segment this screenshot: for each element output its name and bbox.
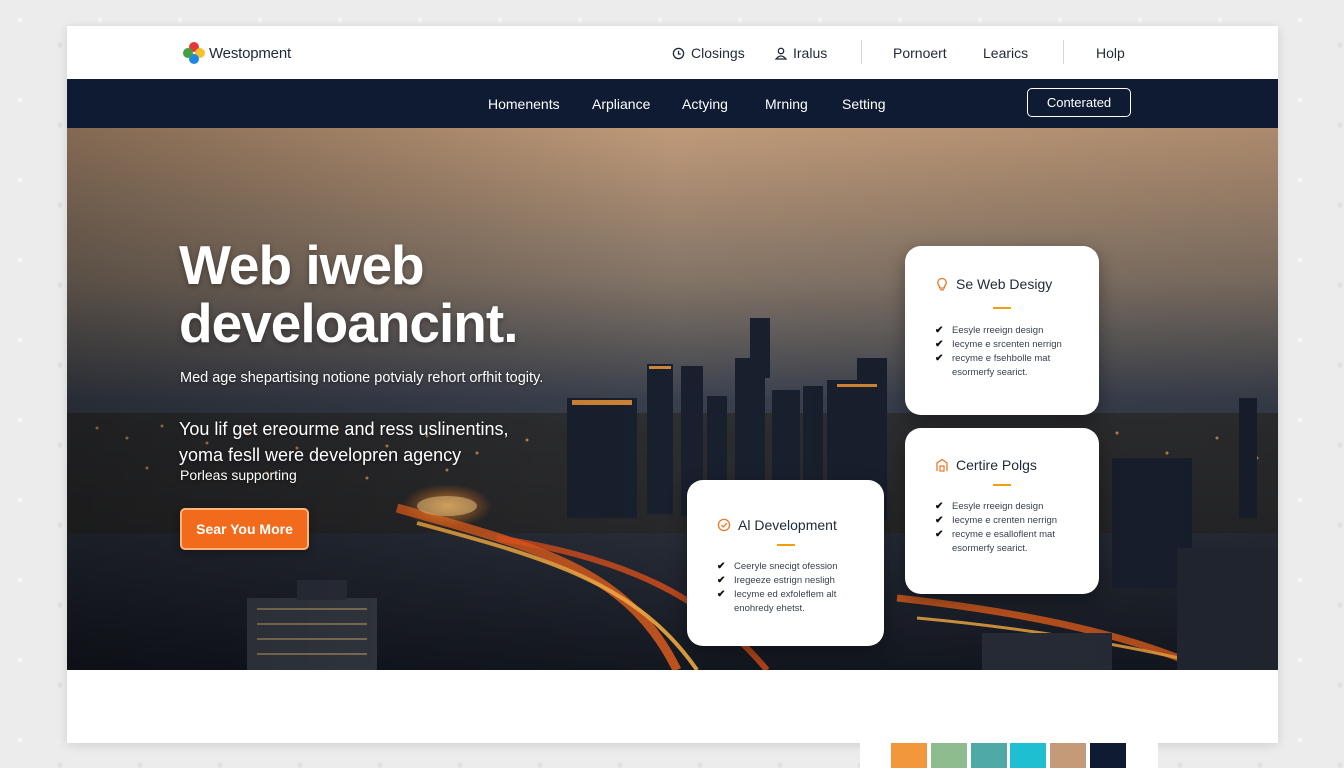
list-item: ✔ recyme e fsehbolle mat bbox=[935, 352, 1062, 366]
util-link-iralus[interactable]: Iralus bbox=[775, 45, 827, 61]
brand-logo[interactable]: Westopment bbox=[183, 42, 291, 64]
list-item: ✔esormerfy searict. bbox=[935, 366, 1062, 380]
util-label: Holp bbox=[1096, 45, 1125, 61]
list-item-text: Iregeeze estrign nesligh bbox=[734, 575, 835, 586]
util-link-learics[interactable]: Learics bbox=[983, 45, 1028, 61]
color-swatch bbox=[1010, 743, 1046, 768]
list-item-text: esormerfy searict. bbox=[952, 543, 1028, 554]
hero-title-line: develoancint. bbox=[179, 292, 518, 354]
hero-title-line: Web iweb bbox=[179, 234, 425, 296]
list-item: ✔ Iregeeze estrign nesligh bbox=[717, 574, 838, 588]
hero-body-text: You lif get ereourme and ress uslinentin… bbox=[179, 416, 509, 468]
card-title: Al Development bbox=[738, 517, 837, 533]
list-item: ✔enohredy ehetst. bbox=[717, 602, 838, 616]
list-item-text: Eesyle rreeign design bbox=[952, 325, 1044, 336]
nav-item-arpliance[interactable]: Arpliance bbox=[592, 96, 650, 112]
divider bbox=[861, 40, 862, 64]
util-link-pornoert[interactable]: Pornoert bbox=[893, 45, 947, 61]
list-item-text: Iecyme ed exfoleflem alt bbox=[734, 589, 837, 600]
card-title: Certire Polgs bbox=[956, 457, 1037, 473]
hero-subtitle: Med age shepartising notione potvialy re… bbox=[180, 370, 544, 386]
service-card-certire-polgs[interactable]: Certire Polgs ✔ Eesyle rreeign design ✔ Ie… bbox=[905, 428, 1099, 594]
util-label: Pornoert bbox=[893, 45, 947, 61]
divider bbox=[1063, 40, 1064, 64]
checkmark-icon: ✔ bbox=[717, 589, 726, 600]
list-item-text: esormerfy searict. bbox=[952, 367, 1028, 378]
util-label: Learics bbox=[983, 45, 1029, 61]
card-header: Certire Polgs bbox=[935, 457, 1037, 473]
checkmark-icon: ✔ bbox=[935, 501, 944, 512]
color-swatch bbox=[931, 743, 967, 768]
checkmark-icon: ✔ bbox=[935, 353, 944, 364]
nav-item-actying[interactable]: Actying bbox=[682, 96, 728, 112]
clock-icon bbox=[672, 47, 685, 59]
brand-name: Westopment bbox=[209, 44, 291, 62]
nav-item-setting[interactable]: Setting bbox=[842, 96, 886, 112]
list-item-text: enohredy ehetst. bbox=[734, 603, 805, 614]
list-item: ✔ Eesyle rreeign design bbox=[935, 324, 1062, 338]
service-card-ai-development[interactable]: Al Development ✔ Ceeryle snecigt ofession… bbox=[687, 480, 884, 646]
webpage-frame: Westopment Closings Iralus Pornoert Lear… bbox=[67, 26, 1278, 743]
card-title: Se Web Desigy bbox=[956, 276, 1053, 292]
list-item: ✔ recyme e esalloflent mat bbox=[935, 528, 1057, 542]
list-item-text: Iecyme e srcenten nerrign bbox=[952, 339, 1062, 350]
util-label: Closings bbox=[691, 45, 745, 61]
hero-cta-button[interactable]: Sear You More bbox=[180, 508, 309, 550]
util-link-holp[interactable]: Holp bbox=[1096, 45, 1125, 61]
top-utility-bar: Westopment Closings Iralus Pornoert Lear… bbox=[67, 26, 1278, 79]
checkmark-icon: ✔ bbox=[935, 515, 944, 526]
card-header: Al Development bbox=[717, 517, 837, 533]
card-divider bbox=[993, 307, 1011, 309]
card-divider bbox=[993, 484, 1011, 486]
checkmark-icon: ✔ bbox=[935, 339, 944, 350]
building-icon bbox=[936, 458, 948, 472]
check-badge-icon bbox=[717, 518, 731, 532]
card-feature-list: ✔ Eesyle rreeign design ✔ Iecyme e srcente… bbox=[935, 324, 1062, 380]
list-item: ✔ Iecyme ed exfoleflem alt bbox=[717, 588, 838, 602]
nav-cta-button[interactable]: Conterated bbox=[1027, 88, 1131, 117]
list-item-text: Ceeryle snecigt ofession bbox=[734, 561, 838, 572]
hero-small-text: Porleas supporting bbox=[180, 467, 297, 483]
checkmark-icon: ✔ bbox=[935, 529, 944, 540]
hero-body-line: You lif get ereourme and ress uslinentin… bbox=[179, 419, 509, 439]
card-header: Se Web Desigy bbox=[935, 276, 1052, 292]
list-item-text: Eesyle rreeign design bbox=[952, 501, 1044, 512]
hero-section: Web iweb develoancint. Med age shepartis… bbox=[67, 128, 1278, 670]
nav-item-mrning[interactable]: Mrning bbox=[765, 96, 808, 112]
service-card-web-design[interactable]: Se Web Desigy ✔ Eesyle rreeign design ✔ Ie… bbox=[905, 246, 1099, 415]
color-swatch bbox=[971, 743, 1007, 768]
util-link-closings[interactable]: Closings bbox=[672, 45, 745, 61]
checkmark-icon: ✔ bbox=[717, 561, 726, 572]
list-item: ✔ Ceeryle snecigt ofession bbox=[717, 560, 838, 574]
list-item-text: recyme e esalloflent mat bbox=[952, 529, 1055, 540]
card-divider bbox=[777, 544, 795, 546]
card-feature-list: ✔ Ceeryle snecigt ofession ✔ Iregeeze estr… bbox=[717, 560, 838, 616]
util-label: Iralus bbox=[793, 45, 828, 61]
list-item: ✔esormerfy searict. bbox=[935, 542, 1057, 556]
list-item: ✔ Iecyme e crenten nerrign bbox=[935, 514, 1057, 528]
lightbulb-icon bbox=[937, 277, 947, 291]
color-swatch bbox=[1090, 743, 1126, 768]
checkmark-icon: ✔ bbox=[935, 325, 944, 336]
checkmark-icon: ✔ bbox=[717, 575, 726, 586]
main-nav: Homenents Arpliance Actying Mrning Setti… bbox=[67, 79, 1278, 128]
logo-flower-icon bbox=[183, 42, 205, 64]
color-palette bbox=[860, 743, 1158, 768]
card-feature-list: ✔ Eesyle rreeign design ✔ Iecyme e crenten… bbox=[935, 500, 1057, 556]
list-item: ✔ Eesyle rreeign design bbox=[935, 500, 1057, 514]
nav-item-homenents[interactable]: Homenents bbox=[488, 96, 560, 112]
color-swatch bbox=[1050, 743, 1086, 768]
list-item: ✔ Iecyme e srcenten nerrign bbox=[935, 338, 1062, 352]
list-item-text: recyme e fsehbolle mat bbox=[952, 353, 1051, 364]
color-swatch bbox=[891, 743, 927, 768]
hero-body-line: yoma fesll were developren agency bbox=[179, 445, 462, 465]
list-item-text: Iecyme e crenten nerrign bbox=[952, 515, 1058, 526]
user-icon bbox=[775, 47, 787, 60]
hero-title: Web iweb develoancint. bbox=[179, 234, 518, 354]
